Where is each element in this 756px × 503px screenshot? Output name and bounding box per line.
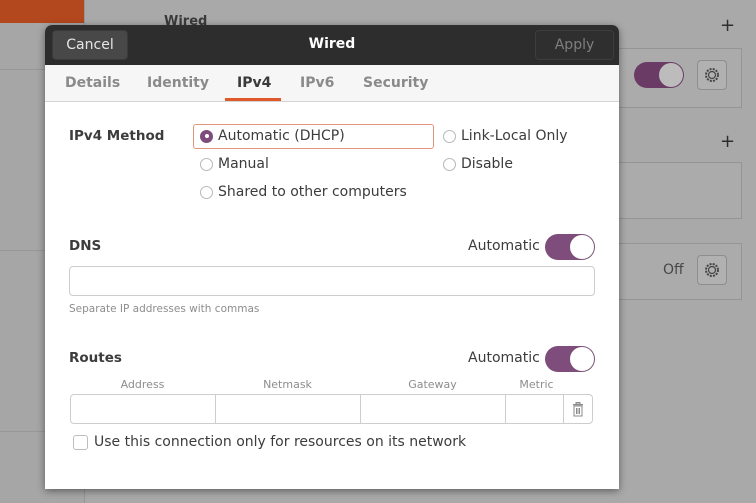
column-header-address: Address xyxy=(120,378,165,391)
radio-label: Shared to other computers xyxy=(218,184,407,200)
dns-hint: Separate IP addresses with commas xyxy=(69,303,260,315)
trash-icon xyxy=(573,401,583,416)
ipv4-method-label: IPv4 Method xyxy=(69,128,165,144)
radio-manual[interactable]: Manual xyxy=(200,156,269,172)
dns-automatic-switch[interactable] xyxy=(545,234,595,260)
dns-input[interactable] xyxy=(69,266,595,296)
proxy-status: Off xyxy=(663,262,684,278)
radio-checked-icon[interactable] xyxy=(200,129,213,143)
active-tab-indicator xyxy=(225,98,281,101)
radio-icon[interactable] xyxy=(443,129,456,143)
radio-disable[interactable]: Disable xyxy=(443,156,513,172)
radio-label: Manual xyxy=(218,156,269,172)
tab-security[interactable]: Security xyxy=(363,75,428,91)
dialog-title: Wired xyxy=(308,36,356,52)
add-vpn-icon[interactable]: + xyxy=(720,133,735,151)
only-local-resources-checkbox[interactable] xyxy=(73,434,88,450)
gear-icon[interactable] xyxy=(697,60,727,90)
radio-shared[interactable]: Shared to other computers xyxy=(200,184,407,200)
dns-automatic-label: Automatic xyxy=(468,238,540,254)
dns-label: DNS xyxy=(69,238,102,254)
dialog-header: Cancel Wired Apply xyxy=(45,25,619,65)
radio-label: Automatic (DHCP) xyxy=(218,128,345,144)
add-connection-icon[interactable]: + xyxy=(720,17,735,35)
route-netmask-input[interactable] xyxy=(216,395,361,423)
column-header-gateway: Gateway xyxy=(408,378,457,391)
tab-ipv4[interactable]: IPv4 xyxy=(237,75,271,91)
only-local-resources-option[interactable]: Use this connection only for resources o… xyxy=(73,434,466,450)
route-row xyxy=(70,394,593,424)
wired-toggle[interactable] xyxy=(634,62,684,88)
vpn-card xyxy=(600,162,742,219)
wired-settings-dialog: Cancel Wired Apply Details Identity IPv4… xyxy=(45,25,619,489)
route-gateway-input[interactable] xyxy=(361,395,506,423)
radio-icon[interactable] xyxy=(200,185,213,199)
routes-label: Routes xyxy=(69,350,122,366)
tab-ipv6[interactable]: IPv6 xyxy=(300,75,334,91)
radio-link-local-only[interactable]: Link-Local Only xyxy=(443,128,568,144)
tab-details[interactable]: Details xyxy=(65,75,120,91)
radio-icon[interactable] xyxy=(443,157,456,171)
route-metric-input[interactable] xyxy=(506,395,564,423)
column-header-metric: Metric xyxy=(519,378,554,391)
tab-bar: Details Identity IPv4 IPv6 Security xyxy=(45,65,619,102)
column-header-netmask: Netmask xyxy=(263,378,312,391)
tab-identity[interactable]: Identity xyxy=(147,75,209,91)
delete-route-button[interactable] xyxy=(564,395,592,423)
route-address-input[interactable] xyxy=(71,395,216,423)
gear-icon[interactable] xyxy=(697,255,727,285)
routes-automatic-label: Automatic xyxy=(468,350,540,366)
radio-label: Link-Local Only xyxy=(461,128,568,144)
radio-icon[interactable] xyxy=(200,157,213,171)
routes-automatic-switch[interactable] xyxy=(545,346,595,372)
sidebar-selected-item[interactable] xyxy=(0,0,84,23)
apply-button[interactable]: Apply xyxy=(535,30,614,60)
radio-label: Disable xyxy=(461,156,513,172)
radio-automatic-dhcp[interactable]: Automatic (DHCP) xyxy=(200,128,345,144)
checkbox-label: Use this connection only for resources o… xyxy=(94,434,467,450)
